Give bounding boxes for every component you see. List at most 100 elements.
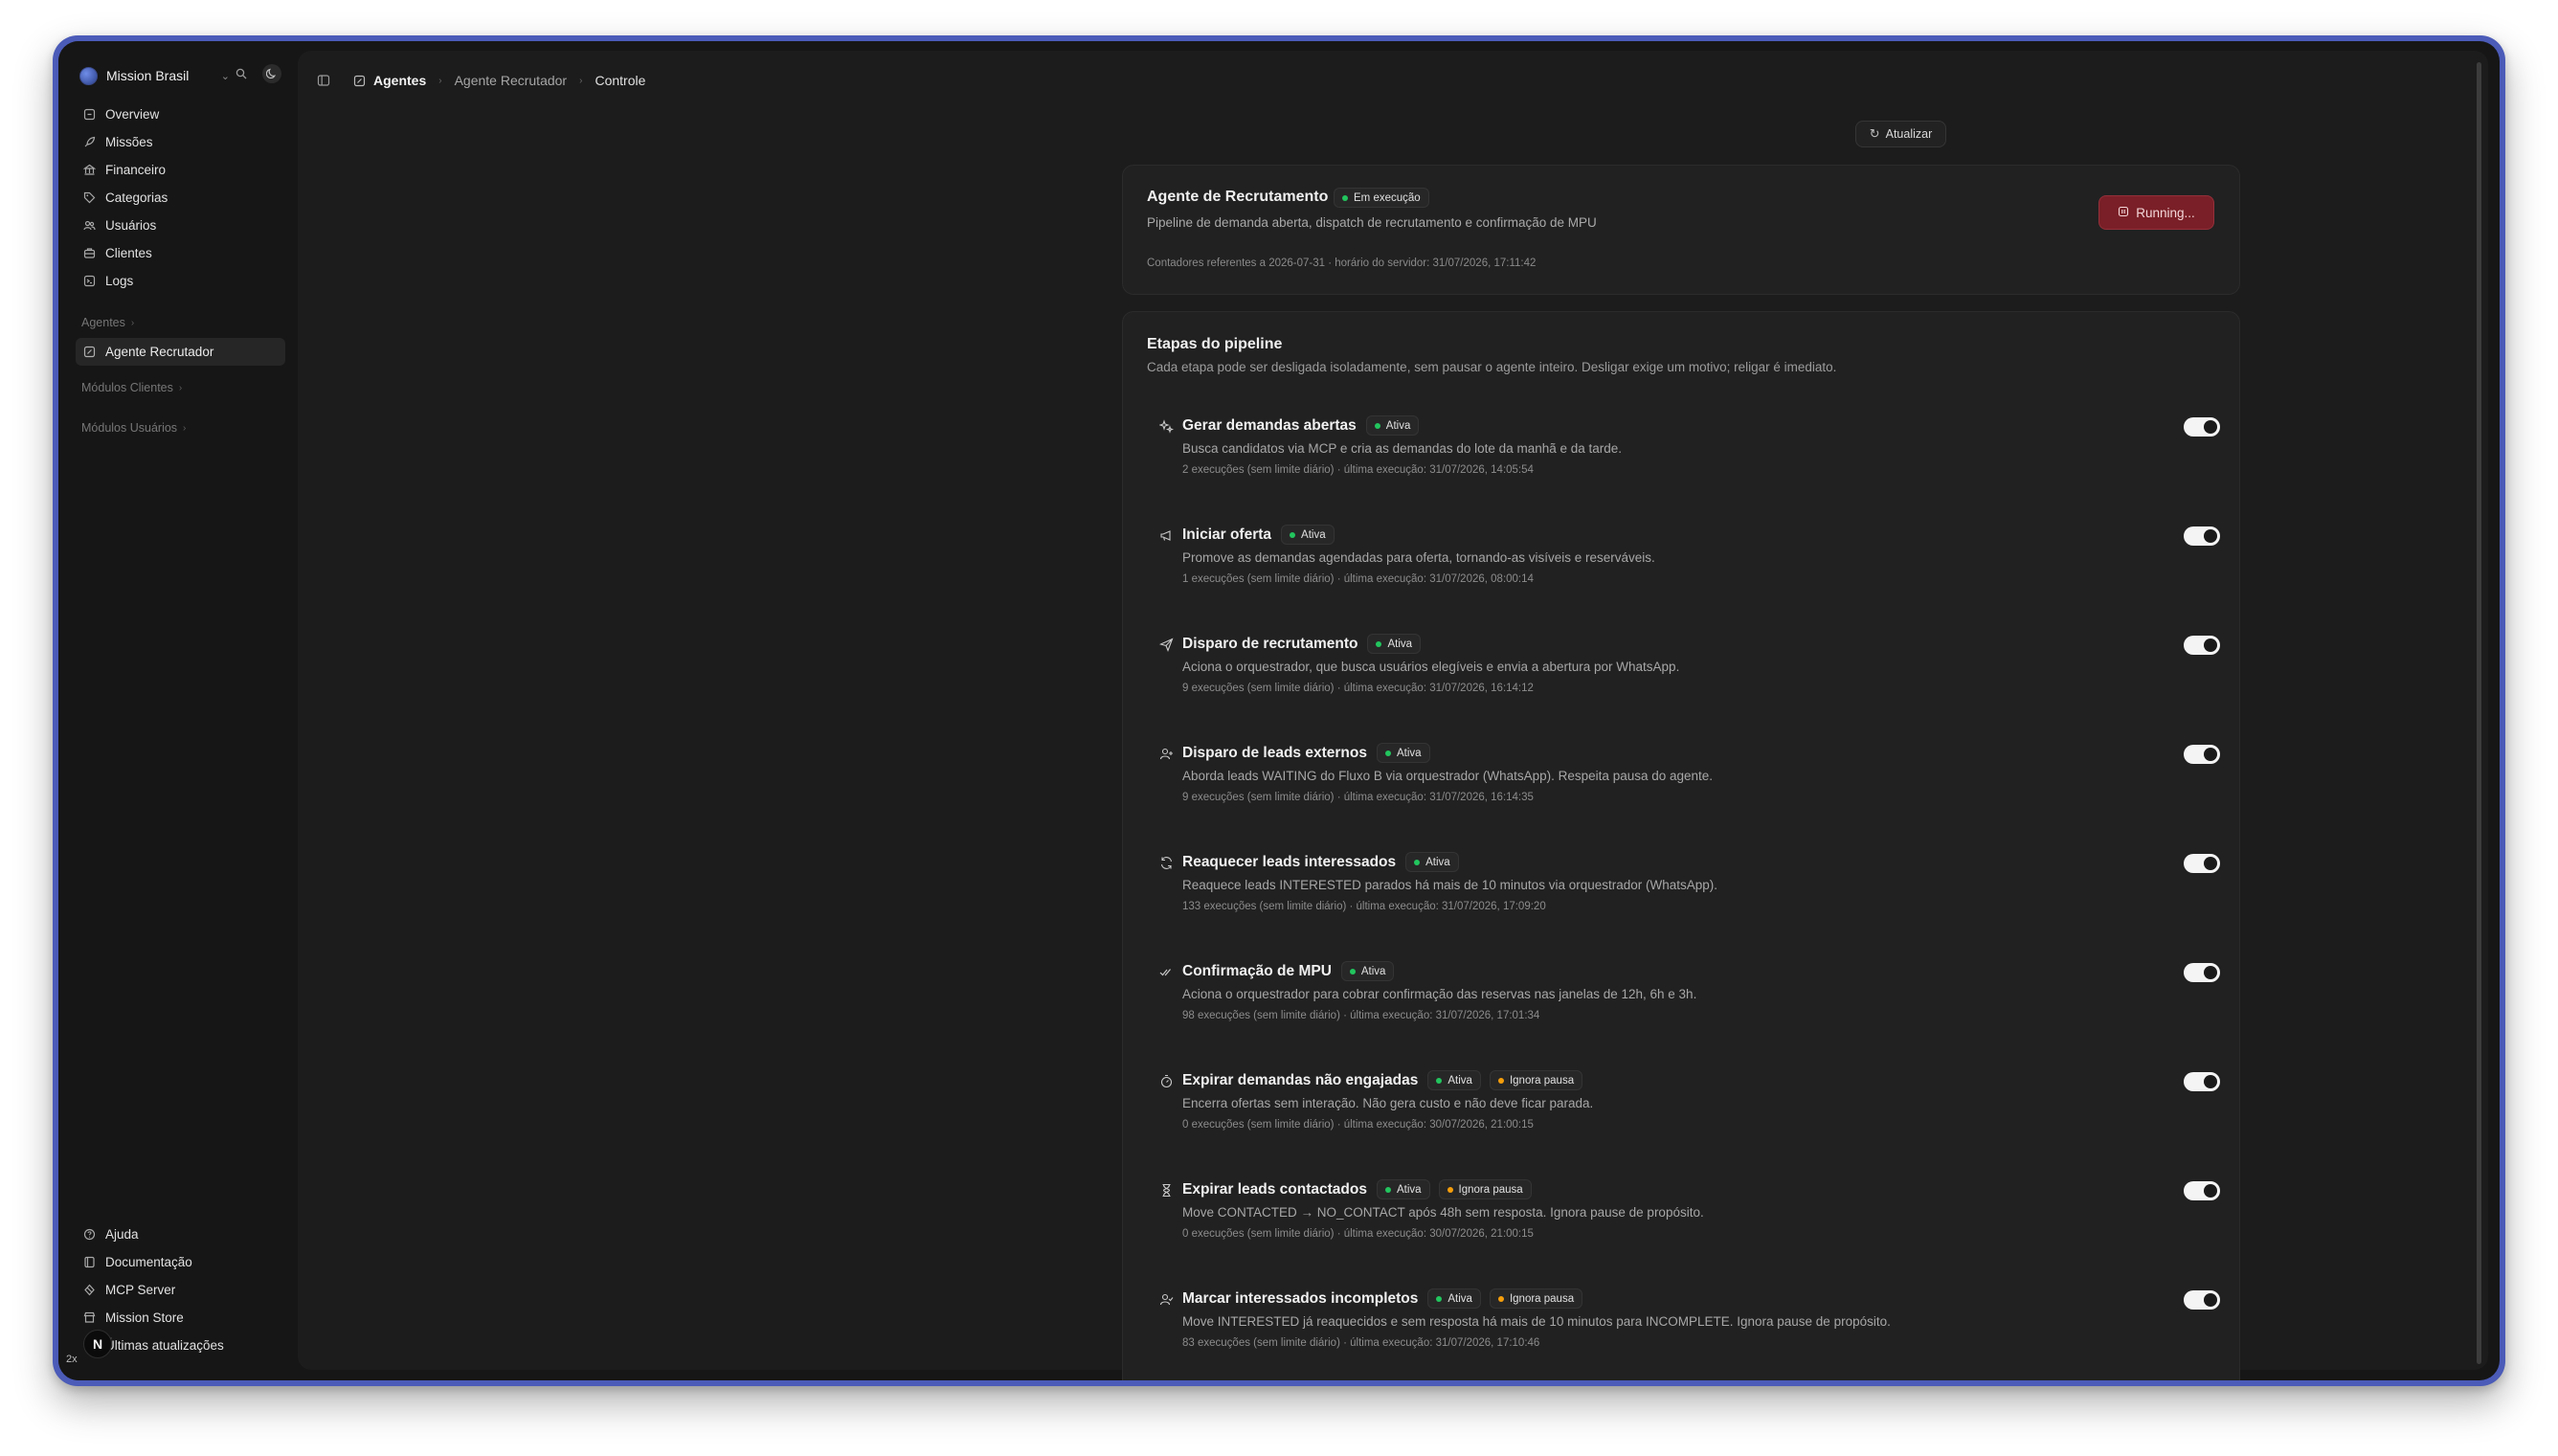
stage-status-label: Ativa <box>1301 528 1326 541</box>
sidebar-item-financeiro[interactable]: Financeiro <box>76 156 286 184</box>
sidebar-item-mission-store[interactable]: Mission Store <box>76 1304 286 1332</box>
sidebar-item-mcp-server[interactable]: MCP Server <box>76 1276 286 1304</box>
stage-toggle[interactable] <box>2184 1290 2220 1310</box>
status-dot <box>1497 1077 1504 1084</box>
sidebar-item-missoes[interactable]: Missões <box>76 128 286 156</box>
sidebar-toggle-icon[interactable] <box>315 72 332 89</box>
stage-toggle[interactable] <box>2184 963 2220 982</box>
theme-toggle-moon-icon[interactable] <box>262 64 281 83</box>
ignore-pause-label: Ignora pausa <box>1509 1292 1575 1305</box>
stage-meta: 83 execuções (sem limite diário) · últim… <box>1182 1337 1540 1349</box>
chevron-right-icon: › <box>579 75 583 86</box>
stage-status-badge: Ativa <box>1427 1288 1481 1309</box>
stage-meta: 9 execuções (sem limite diário) · última… <box>1182 683 1534 694</box>
sidebar-item-agente-recrutador[interactable]: Agente Recrutador <box>76 338 285 366</box>
stage-description: Aciona o orquestrador, que busca usuário… <box>1182 660 1680 674</box>
ignore-pause-badge: Ignora pausa <box>1489 1288 1583 1309</box>
stage-description: Aciona o orquestrador para cobrar confir… <box>1182 987 1697 1001</box>
chevron-right-icon: › <box>438 75 442 86</box>
briefcase-icon <box>81 246 97 261</box>
main-panel: Agentes › Agente Recrutador › Controle ↻… <box>298 51 2488 1380</box>
running-button[interactable]: Running... <box>2098 195 2214 230</box>
stage-toggle[interactable] <box>2184 636 2220 655</box>
status-dot <box>1342 194 1348 201</box>
stage-name: Disparo de leads externos <box>1182 744 1367 761</box>
main-scrollbar[interactable] <box>2477 62 2481 1364</box>
pipeline-stage: Iniciar oferta Ativa Promove as demandas… <box>1157 525 2220 611</box>
refresh-icon: ↻ <box>1869 126 1880 141</box>
pipeline-subtitle: Cada etapa pode ser desligada isoladamen… <box>1147 360 1837 374</box>
breadcrumb: Agentes › Agente Recrutador › Controle <box>315 66 645 95</box>
agent-status-card: Agente de Recrutamento Em execução Pipel… <box>1122 165 2240 295</box>
pipeline-title: Etapas do pipeline <box>1147 336 1283 352</box>
status-dot <box>1374 422 1380 429</box>
double-check-icon <box>1157 963 1175 980</box>
section-modulos-clientes[interactable]: Módulos Clientes › <box>81 381 182 394</box>
sidebar-item-overview[interactable]: Overview <box>76 101 286 128</box>
app-window: Mission Brasil ⌄ Overview Missões Financ… <box>58 41 2500 1380</box>
sidebar-item-label: MCP Server <box>105 1283 176 1297</box>
sidebar-item-ajuda[interactable]: Ajuda <box>76 1221 286 1248</box>
sidebar-item-categorias[interactable]: Categorias <box>76 184 286 212</box>
sidebar-item-label: Categorias <box>105 190 168 205</box>
brand-logo-icon <box>79 66 98 85</box>
timer-icon <box>1157 1072 1175 1089</box>
stage-status-badge: Ativa <box>1367 634 1422 654</box>
section-agentes[interactable]: Agentes › <box>81 316 134 329</box>
sidebar-item-documentacao[interactable]: Documentação <box>76 1248 286 1276</box>
sidebar-item-label: Mission Store <box>105 1310 184 1325</box>
refresh-button[interactable]: ↻ Atualizar <box>1855 121 1946 147</box>
sidebar-item-label: Clientes <box>105 246 152 260</box>
stage-meta: 9 execuções (sem limite diário) · última… <box>1182 792 1534 803</box>
bank-icon <box>81 163 97 178</box>
sidebar-item-logs[interactable]: Logs <box>76 267 286 295</box>
section-modulos-usuarios[interactable]: Módulos Usuários › <box>81 421 186 435</box>
workspace-switcher[interactable]: Mission Brasil ⌄ <box>79 62 285 89</box>
stage-meta: 2 execuções (sem limite diário) · última… <box>1182 464 1534 476</box>
stage-toggle[interactable] <box>2184 745 2220 764</box>
assistant-fab-button[interactable]: N <box>83 1330 112 1358</box>
ignore-pause-label: Ignora pausa <box>1458 1183 1523 1196</box>
stage-status-badge: Ativa <box>1281 525 1335 545</box>
main-nav: Overview Missões Financeiro Categorias U… <box>76 101 286 295</box>
book-icon <box>81 1255 97 1270</box>
stage-toggle[interactable] <box>2184 1181 2220 1200</box>
breadcrumb-agente-recrutador[interactable]: Agente Recrutador <box>455 73 568 88</box>
sidebar-item-clientes[interactable]: Clientes <box>76 239 286 267</box>
stage-toggle[interactable] <box>2184 417 2220 437</box>
sidebar-item-usuarios[interactable]: Usuários <box>76 212 286 239</box>
stage-toggle[interactable] <box>2184 526 2220 546</box>
breadcrumb-agentes[interactable]: Agentes <box>351 73 426 88</box>
stage-status-badge: Ativa <box>1340 961 1395 981</box>
ignore-pause-label: Ignora pausa <box>1509 1074 1575 1086</box>
ignore-pause-badge: Ignora pausa <box>1489 1070 1583 1090</box>
toggle-knob <box>2204 1184 2217 1198</box>
status-dot <box>1414 859 1421 865</box>
user-plus-icon <box>1157 745 1175 762</box>
stage-status-label: Ativa <box>1396 1183 1422 1196</box>
stage-status-label: Ativa <box>1447 1074 1472 1086</box>
sidebar-item-label: Ajuda <box>105 1227 139 1242</box>
megaphone-icon <box>1157 526 1175 544</box>
stage-name: Marcar interessados incompletos <box>1182 1289 1419 1307</box>
stage-name: Expirar demandas não engajadas <box>1182 1071 1419 1088</box>
stage-description: Encerra ofertas sem interação. Não gera … <box>1182 1096 1594 1110</box>
sparkles-icon <box>1157 417 1175 435</box>
user-check-icon <box>1157 1290 1175 1308</box>
stage-toggle[interactable] <box>2184 854 2220 873</box>
stage-meta: 1 execuções (sem limite diário) · última… <box>1182 573 1534 585</box>
status-dot <box>1290 531 1296 538</box>
stage-meta: 98 execuções (sem limite diário) · últim… <box>1182 1010 1540 1021</box>
breadcrumb-current: Controle <box>595 73 646 88</box>
refresh-label: Atualizar <box>1885 127 1933 141</box>
chevron-right-icon: › <box>130 317 135 328</box>
stage-status-label: Ativa <box>1447 1292 1472 1305</box>
terminal-icon <box>81 274 97 289</box>
pipeline-stage: Marcar interessados incompletos Ativa Ig… <box>1157 1288 2220 1375</box>
stage-meta: 0 execuções (sem limite diário) · última… <box>1182 1228 1534 1240</box>
search-icon[interactable] <box>232 64 251 83</box>
stage-status-badge: Ativa <box>1376 743 1430 763</box>
stage-meta: 133 execuções (sem limite diário) · últi… <box>1182 901 1546 912</box>
stage-toggle[interactable] <box>2184 1072 2220 1091</box>
section-label: Módulos Clientes <box>81 381 173 394</box>
